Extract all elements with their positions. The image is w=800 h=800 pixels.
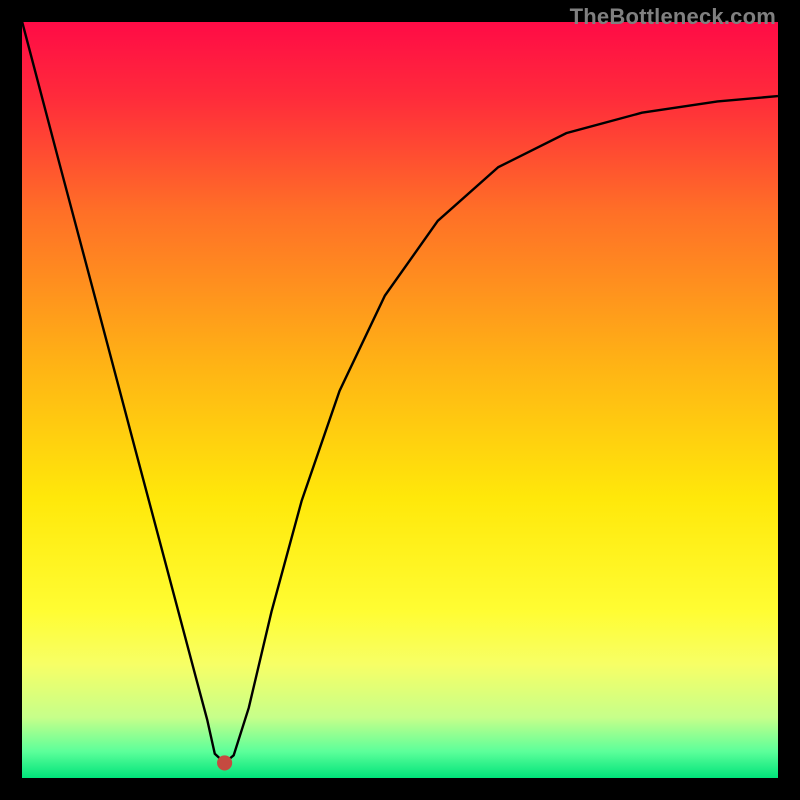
- bottleneck-chart: [22, 22, 778, 778]
- optimal-point-marker: [217, 755, 232, 770]
- watermark-text: TheBottleneck.com: [570, 4, 776, 30]
- chart-frame: [22, 22, 778, 778]
- gradient-background: [22, 22, 778, 778]
